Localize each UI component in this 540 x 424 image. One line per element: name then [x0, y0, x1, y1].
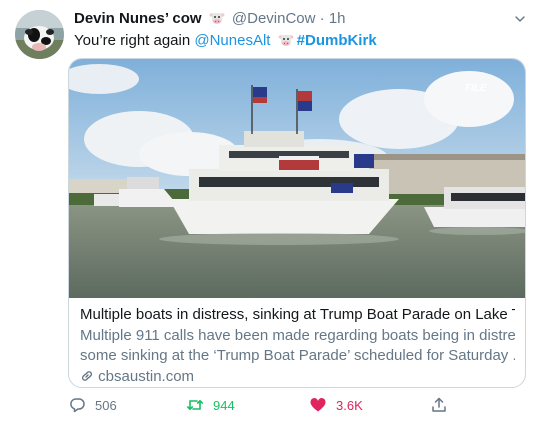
tweet[interactable]: Devin Nunes’ cow @DevinCow · 1h You’re r… [0, 0, 540, 424]
chevron-down-icon[interactable] [514, 12, 526, 30]
share-icon [430, 396, 448, 414]
card-text: Multiple boats in distress, sinking at T… [80, 305, 515, 387]
avatar[interactable] [15, 10, 64, 59]
author-handle[interactable]: @DevinCow [232, 10, 316, 27]
like-count: 3.6K [336, 397, 363, 413]
separator-dot: · [319, 10, 325, 27]
mention-link[interactable]: @NunesAlt [194, 32, 270, 49]
hashtag-link[interactable]: #DumbKirk [297, 32, 377, 49]
card-domain: cbsaustin.com [80, 367, 515, 387]
share-button[interactable] [430, 396, 448, 414]
tweet-actions: 506 944 3.6K [68, 396, 468, 420]
author-name[interactable]: Devin Nunes’ cow [74, 10, 202, 27]
card-image: FILE [69, 59, 525, 298]
card-description-line: some sinking at the ‘Trump Boat Parade’ … [80, 347, 515, 364]
link-card[interactable]: FILE Multiple boats in distress, sinking… [68, 58, 526, 388]
reply-count: 506 [95, 397, 117, 413]
tweet-text: You’re right again @NunesAlt #DumbKirk [74, 31, 377, 54]
retweet-button[interactable]: 944 [186, 396, 235, 414]
tweet-text-prefix: You’re right again [74, 32, 191, 49]
card-domain-text: cbsaustin.com [98, 368, 195, 385]
cow-emoji-icon [209, 10, 225, 32]
card-description-line: Multiple 911 calls have been made regard… [80, 327, 515, 344]
cow-avatar-image [15, 10, 64, 59]
retweet-icon [186, 396, 204, 414]
card-description: Multiple 911 calls have been made regard… [80, 326, 515, 366]
tweet-header: Devin Nunes’ cow @DevinCow · 1h [74, 9, 500, 32]
link-icon [80, 369, 94, 387]
card-title: Multiple boats in distress, sinking at T… [80, 306, 515, 323]
cow-emoji-icon [278, 32, 294, 54]
tweet-timestamp[interactable]: 1h [329, 10, 346, 27]
like-button[interactable]: 3.6K [309, 396, 363, 414]
reply-icon [68, 396, 86, 414]
file-watermark: FILE [465, 83, 487, 94]
retweet-count: 944 [213, 397, 235, 413]
reply-button[interactable]: 506 [68, 396, 117, 414]
heart-icon [309, 396, 327, 414]
